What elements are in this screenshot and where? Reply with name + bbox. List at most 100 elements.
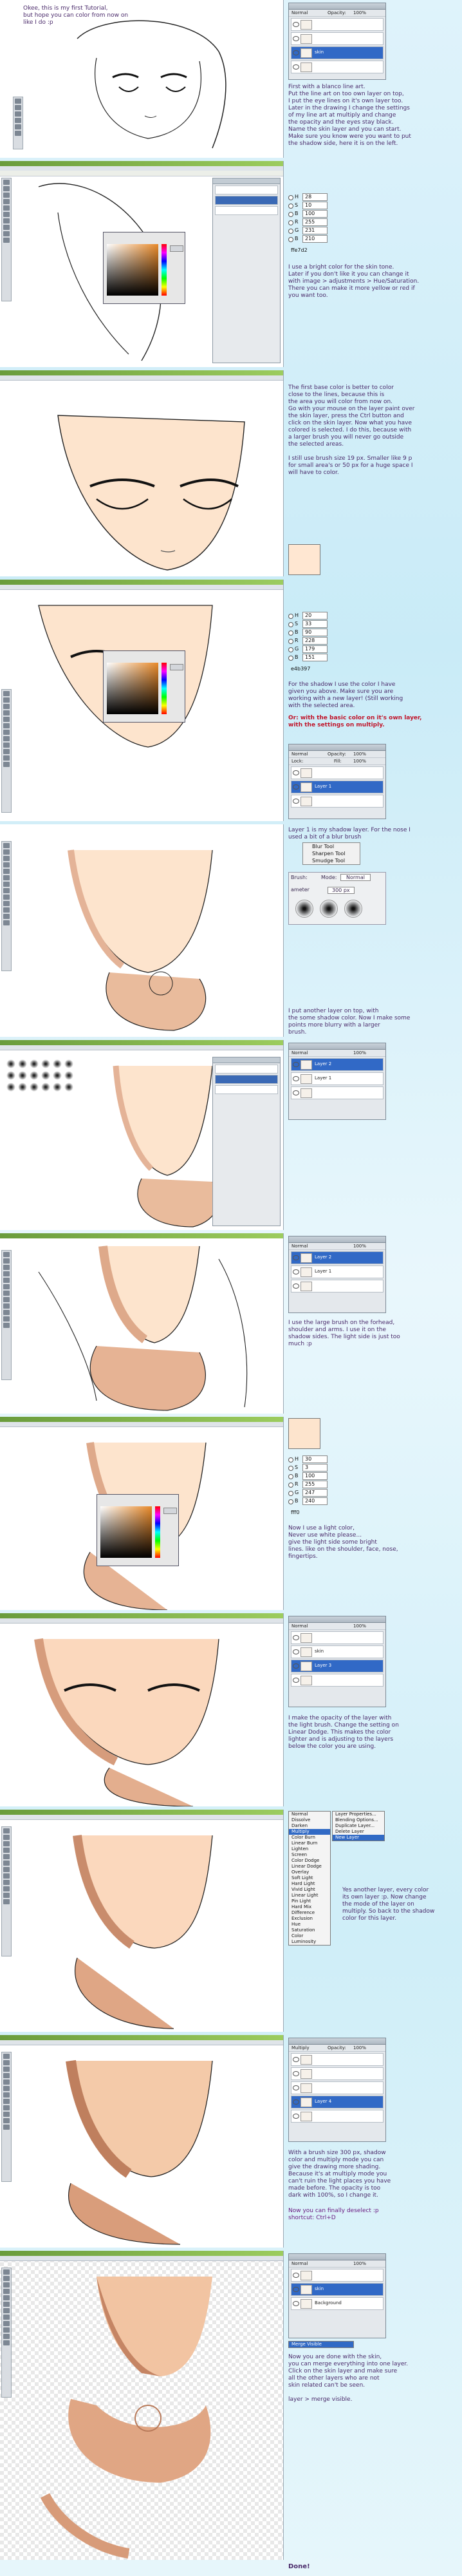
layer-row[interactable] <box>291 2067 383 2080</box>
ok-button[interactable] <box>170 245 183 252</box>
blend-mode-option[interactable]: Darken <box>289 1823 330 1829</box>
eye-icon[interactable] <box>293 1076 299 1081</box>
blur-tool-item[interactable]: Blur Tool <box>303 843 360 850</box>
layer-row-layer-1[interactable]: Layer 1 <box>291 1265 383 1278</box>
eye-icon[interactable] <box>293 2057 299 2062</box>
layer-menu-item[interactable]: Layer Properties... <box>333 1812 384 1817</box>
layer-row[interactable] <box>291 2269 383 2282</box>
layer-row-skin[interactable]: skin <box>291 2283 383 2296</box>
layer-menu-item[interactable]: Delete Layer <box>333 1829 384 1835</box>
eye-icon[interactable] <box>293 1062 299 1067</box>
hue-slider[interactable] <box>162 663 167 714</box>
eye-icon[interactable] <box>293 1678 299 1683</box>
blend-mode-option[interactable]: Linear Light <box>289 1893 330 1899</box>
brightness-value[interactable]: 100 <box>302 210 328 218</box>
opacity-value[interactable]: 100% <box>353 2045 366 2050</box>
eye-icon[interactable] <box>293 799 299 804</box>
green-value[interactable]: 247 <box>302 1489 328 1497</box>
blend-mode-option[interactable]: Saturation <box>289 1927 330 1933</box>
color-picker-dialog[interactable] <box>103 650 185 723</box>
blend-mode-option[interactable]: Pin Light <box>289 1899 330 1904</box>
diameter-value[interactable]: 300 px <box>328 887 355 894</box>
hue-slider[interactable] <box>155 1506 160 1558</box>
eye-icon[interactable] <box>293 770 299 775</box>
green-value[interactable]: 231 <box>302 227 328 234</box>
layer-row-layer-4[interactable]: Layer 4 <box>291 2096 383 2108</box>
opacity-value[interactable]: 100% <box>353 1624 366 1629</box>
eye-icon[interactable] <box>293 1269 299 1274</box>
brush-presets[interactable] <box>295 900 362 918</box>
blend-mode[interactable]: Normal <box>291 2261 308 2266</box>
layer-row[interactable] <box>291 1631 383 1644</box>
eye-icon[interactable] <box>293 1663 299 1669</box>
blend-mode-option[interactable]: Dissolve <box>289 1817 330 1823</box>
blend-mode-option[interactable]: Difference <box>289 1910 330 1916</box>
layer-context-menu[interactable]: Layer Properties... Blending Options... … <box>332 1811 385 1841</box>
layer-row[interactable] <box>291 1086 383 1099</box>
blend-mode-option[interactable]: Color Dodge <box>289 1858 330 1864</box>
blend-mode-menu[interactable]: Normal Dissolve Darken Multiply Color Bu… <box>288 1811 331 1946</box>
eye-icon[interactable] <box>293 1635 299 1640</box>
brightness-value[interactable]: 100 <box>302 1472 328 1480</box>
mode-select[interactable]: Normal <box>340 874 371 881</box>
blend-mode-option[interactable]: Color <box>289 1933 330 1939</box>
hex-value[interactable]: fff0 <box>291 1510 299 1515</box>
red-value[interactable]: 255 <box>302 218 328 226</box>
red-value[interactable]: 255 <box>302 1481 328 1488</box>
opacity-value[interactable]: 100% <box>353 752 366 757</box>
blend-mode[interactable]: Normal <box>291 752 308 757</box>
blue-value[interactable]: 210 <box>302 235 328 243</box>
eye-icon[interactable] <box>293 2085 299 2090</box>
eye-icon[interactable] <box>293 1649 299 1654</box>
color-field[interactable] <box>107 244 158 296</box>
eye-icon[interactable] <box>293 22 299 27</box>
layer-row[interactable] <box>291 2053 383 2066</box>
blend-mode-option[interactable]: Linear Dodge <box>289 1864 330 1870</box>
blend-mode-option[interactable]: Lighten <box>289 1846 330 1852</box>
layer-row[interactable] <box>291 18 383 31</box>
blend-mode-option[interactable]: Exclusion <box>289 1916 330 1922</box>
color-picker-dialog[interactable] <box>97 1494 179 1566</box>
color-field[interactable] <box>107 663 158 714</box>
blend-mode[interactable]: Normal <box>291 1624 308 1629</box>
layer-menu-item[interactable]: Blending Options... <box>333 1817 384 1823</box>
layer-row-background[interactable]: Background <box>291 2297 383 2310</box>
eye-icon[interactable] <box>293 2287 299 2292</box>
eye-icon[interactable] <box>293 36 299 41</box>
blend-mode-option[interactable]: Color Burn <box>289 1835 330 1841</box>
saturation-value[interactable]: 3 <box>302 1464 328 1472</box>
layer-row-skin[interactable]: skin <box>291 1645 383 1658</box>
blend-mode-option[interactable]: Linear Burn <box>289 1841 330 1846</box>
layer-row[interactable] <box>291 32 383 45</box>
red-value[interactable]: 228 <box>302 637 328 645</box>
eye-icon[interactable] <box>293 784 299 790</box>
blend-mode-option[interactable]: Vivid Light <box>289 1887 330 1893</box>
blend-mode-option[interactable]: Hard Light <box>289 1881 330 1887</box>
brightness-value[interactable]: 90 <box>302 629 328 636</box>
eye-icon[interactable] <box>293 2301 299 2306</box>
eye-icon[interactable] <box>293 1255 299 1260</box>
blend-mode[interactable]: Normal <box>291 1050 308 1056</box>
blend-mode-option[interactable]: Hue <box>289 1922 330 1927</box>
blend-mode-option[interactable]: Soft Light <box>289 1875 330 1881</box>
layer-menu-item[interactable]: Duplicate Layer... <box>333 1823 384 1829</box>
opacity-value[interactable]: 100% <box>353 1244 366 1249</box>
opacity-value[interactable]: 100% <box>353 1050 366 1056</box>
blue-value[interactable]: 151 <box>302 654 328 661</box>
green-value[interactable]: 179 <box>302 645 328 653</box>
eye-icon[interactable] <box>293 2273 299 2278</box>
eye-icon[interactable] <box>293 50 299 55</box>
eye-icon[interactable] <box>293 2099 299 2105</box>
blend-mode-option[interactable]: Screen <box>289 1852 330 1858</box>
layer-row-layer-3[interactable]: Layer 3 <box>291 1660 383 1672</box>
layer-row[interactable] <box>291 2110 383 2123</box>
layer-row[interactable] <box>291 1674 383 1687</box>
blend-mode[interactable]: Multiply <box>291 2045 310 2050</box>
blend-mode[interactable]: Normal <box>291 1244 308 1249</box>
hex-value[interactable]: ffe7d2 <box>291 247 308 253</box>
color-field[interactable] <box>100 1506 152 1558</box>
layer-row-skin[interactable]: skin <box>291 46 383 59</box>
layer-row[interactable] <box>291 766 383 779</box>
layer-row-layer-2[interactable]: Layer 2 <box>291 1058 383 1071</box>
eye-icon[interactable] <box>293 1283 299 1289</box>
